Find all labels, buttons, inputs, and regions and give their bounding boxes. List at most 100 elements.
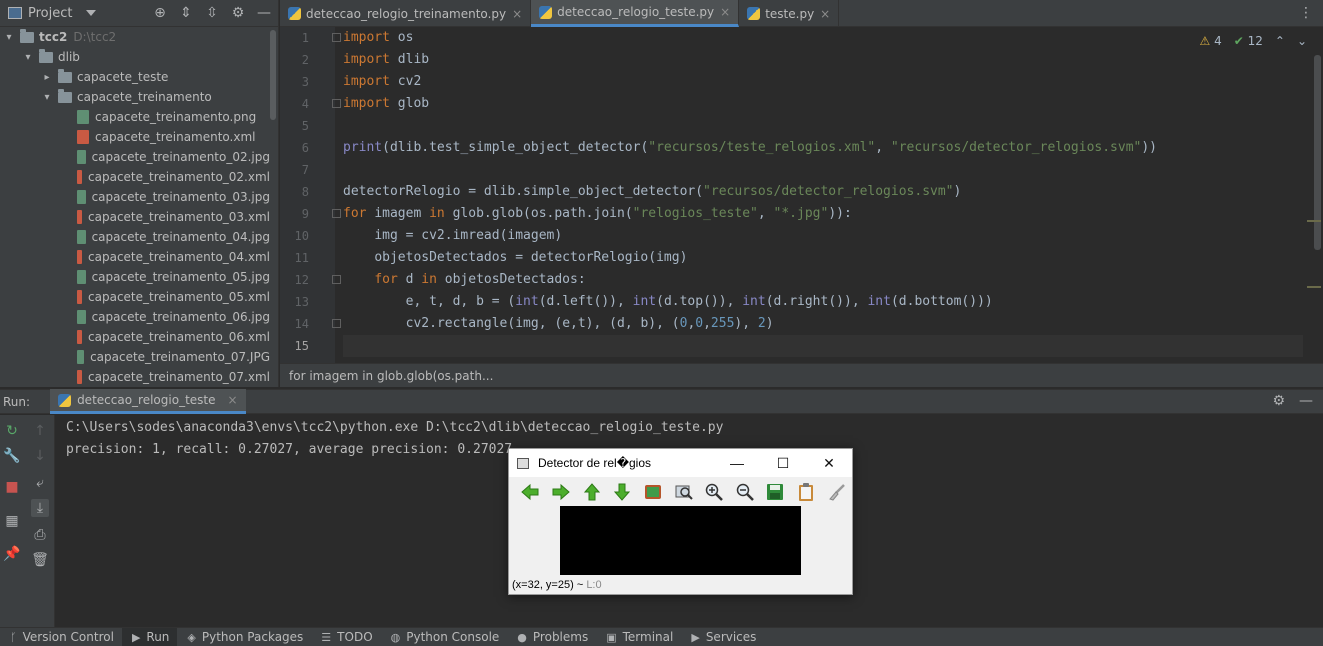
fold-icon[interactable]: [332, 99, 341, 108]
tree-item[interactable]: capacete_treinamento.png: [0, 107, 270, 127]
code-line[interactable]: [343, 159, 1303, 181]
fold-icon[interactable]: [332, 319, 341, 328]
layout-icon[interactable]: ▦: [3, 512, 21, 530]
run-tab[interactable]: deteccao_relogio_teste ×: [50, 389, 246, 414]
tree-item[interactable]: capacete_treinamento_07.xml: [0, 367, 270, 387]
chevron-right-icon[interactable]: ▸: [42, 72, 52, 83]
more-vertical-icon[interactable]: ⋮: [1299, 5, 1313, 21]
soft-wrap-icon[interactable]: ⤶: [31, 474, 49, 492]
tree-item[interactable]: capacete_treinamento_03.jpg: [0, 187, 270, 207]
tree-item[interactable]: capacete_treinamento_05.xml: [0, 287, 270, 307]
tool-window-todo[interactable]: ☰ TODO: [311, 628, 380, 646]
stop-icon[interactable]: ■: [3, 478, 21, 496]
code-line[interactable]: cv2.rectangle(img, (e,t), (d, b), (0,0,2…: [343, 313, 1303, 335]
minimize-icon[interactable]: —: [1299, 393, 1313, 409]
code-line[interactable]: import dlib: [343, 49, 1303, 71]
arrow-right-icon[interactable]: [546, 479, 577, 505]
tool-window-python-packages[interactable]: ◈ Python Packages: [177, 628, 311, 646]
code-line[interactable]: import os: [343, 27, 1303, 49]
tree-item[interactable]: ▾ dlib: [0, 47, 270, 67]
tool-window-python-console[interactable]: ◍ Python Console: [381, 628, 508, 646]
close-icon[interactable]: ×: [512, 7, 522, 21]
fold-icon[interactable]: [332, 275, 341, 284]
tree-item[interactable]: capacete_treinamento_06.xml: [0, 327, 270, 347]
tree-item[interactable]: capacete_treinamento_06.jpg: [0, 307, 270, 327]
print-icon[interactable]: ⎙: [31, 526, 49, 544]
chevron-down-icon[interactable]: ▾: [42, 92, 52, 103]
code-line[interactable]: detectorRelogio = dlib.simple_object_det…: [343, 181, 1303, 203]
tab-deteccao-relogio-treinamento[interactable]: deteccao_relogio_treinamento.py ×: [280, 0, 532, 27]
tree-item[interactable]: ▾ capacete_treinamento: [0, 87, 270, 107]
close-icon[interactable]: ×: [228, 393, 238, 407]
tab-deteccao-relogio-teste[interactable]: deteccao_relogio_teste.py ×: [531, 0, 740, 27]
tree-item[interactable]: capacete_treinamento_04.jpg: [0, 227, 270, 247]
detector-image[interactable]: [560, 506, 801, 575]
tree-item[interactable]: capacete_treinamento_04.xml: [0, 247, 270, 267]
window-close-button[interactable]: ✕: [806, 449, 852, 477]
tree-item[interactable]: capacete_treinamento_02.xml: [0, 167, 270, 187]
scroll-marker[interactable]: [1307, 286, 1321, 288]
image-icon[interactable]: [638, 479, 669, 505]
expand-all-icon[interactable]: ⇕: [178, 4, 194, 22]
zoom-in-icon[interactable]: [699, 479, 730, 505]
trash-icon[interactable]: 🗑: [31, 551, 49, 569]
collapse-all-icon[interactable]: ⇳: [204, 4, 220, 22]
chevron-down-icon[interactable]: ⌄: [1297, 34, 1307, 48]
tree-item[interactable]: capacete_treinamento_02.jpg: [0, 147, 270, 167]
tool-window-services[interactable]: ▶ Services: [681, 628, 764, 646]
code-line[interactable]: img = cv2.imread(imagem): [343, 225, 1303, 247]
tree-item[interactable]: ▸ capacete_teste: [0, 67, 270, 87]
code-line[interactable]: objetosDetectados = detectorRelogio(img): [343, 247, 1303, 269]
breadcrumb[interactable]: for imagem in glob.glob(os.path...: [280, 363, 1323, 387]
scroll-to-end-icon[interactable]: ⤓: [31, 499, 49, 517]
code-line[interactable]: [343, 115, 1303, 137]
project-title[interactable]: Project: [28, 6, 72, 21]
brush-icon[interactable]: [821, 479, 852, 505]
tree-item[interactable]: capacete_treinamento_05.jpg: [0, 267, 270, 287]
gear-icon[interactable]: ⚙: [1272, 393, 1285, 409]
project-scrollbar[interactable]: [270, 30, 276, 120]
chevron-down-icon[interactable]: ▾: [4, 32, 14, 43]
arrow-up-icon[interactable]: ↑: [31, 422, 49, 440]
arrow-down-icon[interactable]: [607, 479, 638, 505]
chevron-down-icon[interactable]: ▾: [23, 52, 33, 63]
arrow-up-icon[interactable]: [576, 479, 607, 505]
code-line[interactable]: import cv2: [343, 71, 1303, 93]
arrow-down-icon[interactable]: ↓: [31, 447, 49, 465]
tool-window-version-control[interactable]: ᚴ Version Control: [0, 628, 122, 646]
minimize-icon[interactable]: —: [256, 4, 272, 22]
tool-window-problems[interactable]: ● Problems: [507, 628, 596, 646]
rerun-icon[interactable]: ↻: [3, 422, 21, 440]
tree-item[interactable]: capacete_treinamento_07.JPG: [0, 347, 270, 367]
gear-icon[interactable]: ⚙: [230, 4, 246, 22]
close-icon[interactable]: ×: [720, 5, 730, 19]
save-icon[interactable]: [760, 479, 791, 505]
code-line[interactable]: [343, 335, 1303, 357]
zoom-fit-icon[interactable]: [668, 479, 699, 505]
tool-window-terminal[interactable]: ▣ Terminal: [596, 628, 681, 646]
pin-icon[interactable]: 📌: [3, 545, 21, 563]
inspection-widget[interactable]: ⚠ 4 ✔ 12 ⌃ ⌄: [1199, 34, 1307, 48]
code-line[interactable]: import glob: [343, 93, 1303, 115]
fold-icon[interactable]: [332, 209, 341, 218]
code-area[interactable]: import os import dlib import cv2 import glo…: [343, 27, 1303, 363]
arrow-left-icon[interactable]: [515, 479, 546, 505]
project-tree[interactable]: ▾ tcc2 D:\tcc2 ▾ dlib ▸ capacete_teste ▾ capacet…: [0, 27, 270, 387]
locate-icon[interactable]: ⊕: [152, 4, 168, 22]
tree-item[interactable]: capacete_treinamento.xml: [0, 127, 270, 147]
tool-window-run[interactable]: ▶ Run: [121, 627, 178, 646]
clipboard-icon[interactable]: [791, 479, 822, 505]
close-icon[interactable]: ×: [820, 7, 830, 21]
wrench-icon[interactable]: 🔧: [3, 447, 21, 465]
tab-teste[interactable]: teste.py ×: [739, 0, 840, 27]
code-line[interactable]: for imagem in glob.glob(os.path.join("re…: [343, 203, 1303, 225]
code-line[interactable]: print(dlib.test_simple_object_detector("…: [343, 137, 1303, 159]
chevron-up-icon[interactable]: ⌃: [1275, 34, 1285, 48]
chevron-down-icon[interactable]: [86, 10, 97, 16]
tree-item[interactable]: capacete_treinamento_03.xml: [0, 207, 270, 227]
scroll-marker[interactable]: [1307, 220, 1321, 222]
fold-icon[interactable]: [332, 33, 341, 42]
code-line[interactable]: for d in objetosDetectados:: [343, 269, 1303, 291]
window-minimize-button[interactable]: —: [714, 449, 760, 477]
window-maximize-button[interactable]: ☐: [760, 449, 806, 477]
